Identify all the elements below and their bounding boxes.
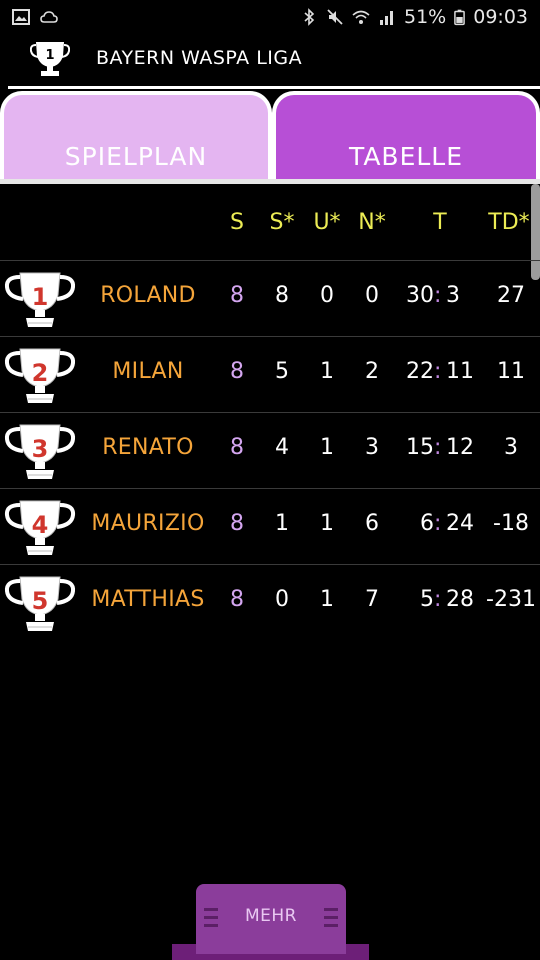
rank-number: 1 xyxy=(31,283,49,311)
wins: 1 xyxy=(275,511,289,536)
wins: 4 xyxy=(275,435,289,460)
mute-icon xyxy=(327,9,343,25)
tab-underline xyxy=(0,179,540,184)
status-bar: 51% 09:03 xyxy=(0,0,540,38)
player-name: RENATO xyxy=(102,435,194,460)
goals-for: 30 xyxy=(406,283,434,308)
goals-against: 28 xyxy=(446,587,474,612)
wins: 0 xyxy=(275,587,289,612)
goals-separator: : xyxy=(434,283,442,308)
draws: 1 xyxy=(320,511,334,536)
goals-for: 6 xyxy=(420,511,434,536)
goals-for: 22 xyxy=(406,359,434,384)
status-right: 51% 09:03 xyxy=(300,6,528,28)
table-row[interactable]: 1 ROLAND 8 8 0 0 30 : 3 27 xyxy=(0,260,540,336)
cloud-icon xyxy=(40,11,58,23)
goals-for: 5 xyxy=(420,587,434,612)
games-played: 8 xyxy=(230,435,244,460)
goals-against: 24 xyxy=(446,511,474,536)
app-bar-divider xyxy=(8,86,540,89)
rank-number: 4 xyxy=(31,511,49,539)
header-losses: N* xyxy=(358,210,386,235)
goals-against: 12 xyxy=(446,435,474,460)
table-row[interactable]: 2 MILAN 8 5 1 2 22 : 11 11 xyxy=(0,336,540,412)
status-left xyxy=(12,8,58,26)
goal-difference: 3 xyxy=(504,435,518,460)
goals-for: 15 xyxy=(406,435,434,460)
draws: 0 xyxy=(320,283,334,308)
goals-separator: : xyxy=(434,359,442,384)
battery-percent: 51% xyxy=(404,6,447,28)
draws: 1 xyxy=(320,435,334,460)
signal-icon xyxy=(380,11,393,25)
losses: 6 xyxy=(365,511,379,536)
wifi-icon xyxy=(352,10,370,24)
header-wins: S* xyxy=(269,210,295,235)
losses: 3 xyxy=(365,435,379,460)
rank-number: 2 xyxy=(31,359,49,387)
draws: 1 xyxy=(320,587,334,612)
wins: 8 xyxy=(275,283,289,308)
goals-separator: : xyxy=(434,435,442,460)
rank-number: 3 xyxy=(31,435,49,463)
app-title: BAYERN WASPA LIGA xyxy=(96,47,303,69)
table-header: S S* U* N* T TD* xyxy=(0,200,540,244)
goals-against: 3 xyxy=(446,283,460,308)
losses: 2 xyxy=(365,359,379,384)
player-name: MILAN xyxy=(112,359,184,384)
tab-spielplan[interactable]: SPIELPLAN xyxy=(0,91,272,183)
losses: 0 xyxy=(365,283,379,308)
player-name: MATTHIAS xyxy=(91,587,205,612)
player-name: ROLAND xyxy=(100,283,196,308)
rank-number: 5 xyxy=(31,587,49,615)
tab-tabelle-label: TABELLE xyxy=(348,142,464,171)
goals-separator: : xyxy=(434,511,442,536)
app-bar: 1 BAYERN WASPA LIGA xyxy=(0,38,540,84)
trophy-icon: 1 xyxy=(30,42,70,76)
goal-difference: 11 xyxy=(497,359,525,384)
battery-icon xyxy=(454,9,466,26)
goal-difference: -231 xyxy=(486,587,536,612)
games-played: 8 xyxy=(230,511,244,536)
clock: 09:03 xyxy=(473,6,528,28)
losses: 7 xyxy=(365,587,379,612)
more-button[interactable]: MEHR xyxy=(196,884,346,954)
grip-icon xyxy=(324,908,338,932)
header-games: S xyxy=(230,210,244,235)
wins: 5 xyxy=(275,359,289,384)
games-played: 8 xyxy=(230,283,244,308)
goal-difference: -18 xyxy=(493,511,529,536)
header-goals: T xyxy=(433,210,447,235)
table-row[interactable]: 3 RENATO 8 4 1 3 15 : 12 3 xyxy=(0,412,540,488)
tab-tabelle[interactable]: TABELLE xyxy=(272,91,540,183)
image-icon xyxy=(12,9,30,25)
table-row[interactable]: 5 MATTHIAS 8 0 1 7 5 : 28 -231 xyxy=(0,564,540,640)
logo-number: 1 xyxy=(45,48,54,63)
bluetooth-icon xyxy=(304,8,315,26)
player-name: MAURIZIO xyxy=(91,511,205,536)
games-played: 8 xyxy=(230,359,244,384)
goals-against: 11 xyxy=(446,359,474,384)
goals-separator: : xyxy=(434,587,442,612)
tab-spielplan-label: SPIELPLAN xyxy=(64,142,208,171)
table-row[interactable]: 4 MAURIZIO 8 1 1 6 6 : 24 -18 xyxy=(0,488,540,564)
games-played: 8 xyxy=(230,587,244,612)
goal-difference: 27 xyxy=(497,283,525,308)
draws: 1 xyxy=(320,359,334,384)
header-draws: U* xyxy=(313,210,341,235)
header-goal-diff: TD* xyxy=(488,210,530,235)
